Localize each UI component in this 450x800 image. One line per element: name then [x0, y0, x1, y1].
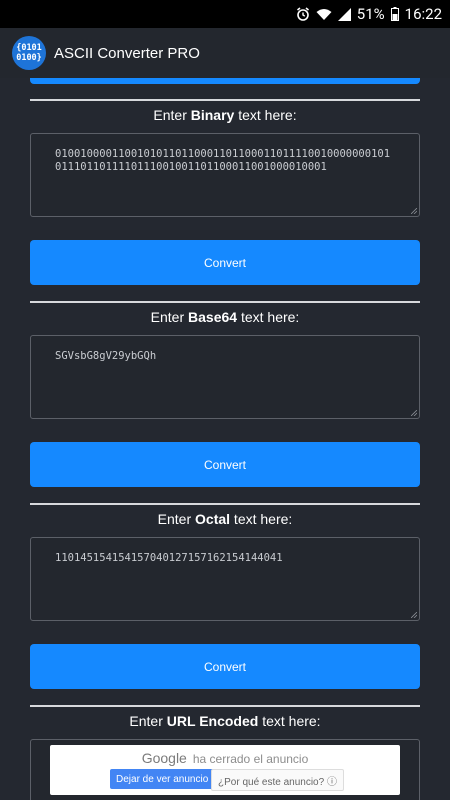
- google-logo: Google: [141, 750, 187, 766]
- app-logo-icon: {0101 0100}: [12, 36, 46, 70]
- ad-closed-text: ha cerrado el anuncio: [192, 752, 309, 766]
- converter-content[interactable]: Enter Binary text here: 0100100001100101…: [0, 78, 450, 800]
- resize-handle-icon[interactable]: [411, 612, 417, 618]
- octal-label: Enter Octal text here:: [157, 511, 293, 527]
- base64-input[interactable]: SGVsbG8gV29ybGQh: [30, 335, 420, 419]
- section-divider: [30, 99, 420, 101]
- battery-percent: 51%: [356, 5, 385, 23]
- section-divider: [30, 301, 420, 303]
- ad-banner: Google ha cerrado el anuncio Dejar de ver…: [50, 745, 400, 795]
- binary-input[interactable]: 0100100001100101011011000110110001101111…: [30, 133, 420, 217]
- battery-icon: [390, 7, 399, 21]
- convert-binary-button[interactable]: Convert: [30, 240, 420, 285]
- base64-label: Enter Base64 text here:: [150, 309, 300, 325]
- section-divider: [30, 705, 420, 707]
- binary-label: Enter Binary text here:: [153, 107, 297, 123]
- signal-icon: [337, 7, 351, 21]
- url-encoded-label: Enter URL Encoded text here:: [129, 713, 321, 729]
- app-bar: {0101 0100} ASCII Converter PRO: [0, 28, 450, 78]
- why-this-ad-button[interactable]: ¿Por qué este anuncio? ⓘ: [211, 769, 344, 791]
- octal-input[interactable]: 110145154154157040127157162154144041: [30, 537, 420, 621]
- convert-button-previous[interactable]: [30, 78, 420, 84]
- wifi-icon: [316, 8, 332, 20]
- resize-handle-icon[interactable]: [411, 410, 417, 416]
- section-divider: [30, 503, 420, 505]
- resize-handle-icon[interactable]: [411, 208, 417, 214]
- convert-octal-button[interactable]: Convert: [30, 644, 420, 689]
- app-title: ASCII Converter PRO: [54, 44, 200, 62]
- clock: 16:22: [404, 5, 442, 23]
- alarm-icon: [296, 7, 309, 21]
- stop-seeing-ad-button[interactable]: Dejar de ver anuncio: [110, 769, 215, 789]
- status-bar: 51% 16:22: [0, 0, 450, 28]
- convert-base64-button[interactable]: Convert: [30, 442, 420, 487]
